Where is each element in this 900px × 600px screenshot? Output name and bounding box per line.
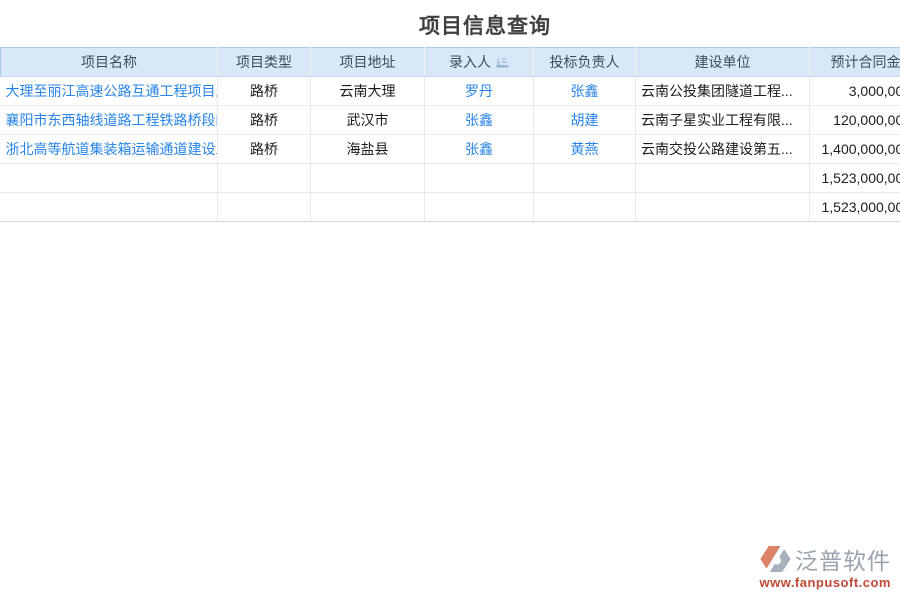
cell-address: 武汉市 xyxy=(311,106,425,135)
person-link[interactable]: 罗丹 xyxy=(465,83,493,99)
column-header-label: 项目地址 xyxy=(340,54,396,70)
person-link[interactable]: 胡建 xyxy=(571,112,599,128)
project-table: 项目名称 项目类型 项目地址 录入人 投标负责人 建设单位 预计合同金额 大理至丽江高速公路… xyxy=(0,47,900,222)
sort-icon[interactable] xyxy=(496,57,509,68)
cell-type: 路桥 xyxy=(218,77,311,106)
project-name-link[interactable]: 大理至丽江高速公路互通工程项目土 xyxy=(6,83,218,99)
person-link[interactable]: 张鑫 xyxy=(465,141,493,157)
project-name-link[interactable]: 浙北高等航道集装箱运输通道建设工 xyxy=(6,141,218,157)
column-header-label: 项目名称 xyxy=(81,54,137,70)
cell-name: 襄阳市东西轴线道路工程铁路桥段的 xyxy=(1,106,218,135)
column-header-bidder[interactable]: 投标负责人 xyxy=(534,48,636,77)
cell-amount: 1,523,000,000.00 xyxy=(810,193,900,222)
cell-amount: 120,000,000.00 xyxy=(810,106,900,135)
column-header-name[interactable]: 项目名称 xyxy=(1,48,218,77)
cell-builder xyxy=(636,164,810,193)
cell-name xyxy=(1,164,218,193)
brand-name: 泛普软件 xyxy=(795,542,891,576)
cell-bidder: 张鑫 xyxy=(534,77,636,106)
fanpu-logo-icon xyxy=(759,545,792,573)
cell-type xyxy=(218,164,311,193)
person-link[interactable]: 张鑫 xyxy=(465,112,493,128)
column-header-label: 建设单位 xyxy=(695,54,751,70)
project-name-link[interactable]: 襄阳市东西轴线道路工程铁路桥段的 xyxy=(6,112,218,128)
cell-builder: 云南公投集团隧道工程... xyxy=(636,77,810,106)
cell-address: 海盐县 xyxy=(311,135,425,164)
table-row: 1,523,000,000.00 xyxy=(1,193,900,222)
cell-type: 路桥 xyxy=(218,135,311,164)
cell-name: 浙北高等航道集装箱运输通道建设工 xyxy=(1,135,218,164)
column-header-label: 预计合同金额 xyxy=(831,54,900,70)
table-row: 襄阳市东西轴线道路工程铁路桥段的路桥武汉市 张鑫 胡建 云南子星实业工程有限...12… xyxy=(1,106,900,135)
cell-entry: 张鑫 xyxy=(425,135,534,164)
person-link[interactable]: 黄燕 xyxy=(571,141,599,157)
cell-builder: 云南子星实业工程有限... xyxy=(636,106,810,135)
cell-bidder xyxy=(534,164,636,193)
website-link[interactable]: www.fanpusoft.com xyxy=(759,575,891,590)
column-header-label: 录入人 xyxy=(449,54,491,70)
cell-type xyxy=(218,193,311,222)
column-header-address[interactable]: 项目地址 xyxy=(311,48,425,77)
column-header-label: 项目类型 xyxy=(236,54,292,70)
cell-address: 云南大理 xyxy=(311,77,425,106)
column-header-amount[interactable]: 预计合同金额 xyxy=(810,48,900,77)
cell-address xyxy=(311,193,425,222)
page: 项目信息查询 项目名称项目类型项目地址录入人投标负责人建设单位预计合同金额 大理… xyxy=(0,0,900,37)
person-link[interactable]: 张鑫 xyxy=(571,83,599,99)
cell-amount: 1,400,000,000.00 xyxy=(810,135,900,164)
cell-entry xyxy=(425,193,534,222)
page-title: 项目信息查询 xyxy=(35,0,900,37)
cell-builder xyxy=(636,193,810,222)
column-header-builder[interactable]: 建设单位 xyxy=(636,48,810,77)
column-header-type[interactable]: 项目类型 xyxy=(218,48,311,77)
footer-brand: 泛普软件 www.fanpusoft.com xyxy=(759,542,891,590)
cell-address xyxy=(311,164,425,193)
cell-entry: 张鑫 xyxy=(425,106,534,135)
cell-name xyxy=(1,193,218,222)
cell-amount: 1,523,000,000.00 xyxy=(810,164,900,193)
cell-bidder: 胡建 xyxy=(534,106,636,135)
column-header-label: 投标负责人 xyxy=(550,54,620,70)
table-row: 大理至丽江高速公路互通工程项目土路桥云南大理 罗丹 张鑫 云南公投集团隧道工程...3… xyxy=(1,77,900,106)
cell-entry: 罗丹 xyxy=(425,77,534,106)
cell-name: 大理至丽江高速公路互通工程项目土 xyxy=(1,77,218,106)
cell-builder: 云南交投公路建设第五... xyxy=(636,135,810,164)
cell-entry xyxy=(425,164,534,193)
cell-type: 路桥 xyxy=(218,106,311,135)
brand-row: 泛普软件 xyxy=(759,542,891,576)
cell-bidder: 黄燕 xyxy=(534,135,636,164)
table-header-row: 项目名称 项目类型 项目地址 录入人 投标负责人 建设单位 预计合同金额 xyxy=(1,48,900,77)
table-row: 浙北高等航道集装箱运输通道建设工路桥海盐县 张鑫 黄燕 云南交投公路建设第五...1,… xyxy=(1,135,900,164)
column-header-entry[interactable]: 录入人 xyxy=(425,48,534,77)
cell-amount: 3,000,000.00 xyxy=(810,77,900,106)
table-row: 1,523,000,000.00 xyxy=(1,164,900,193)
cell-bidder xyxy=(534,193,636,222)
